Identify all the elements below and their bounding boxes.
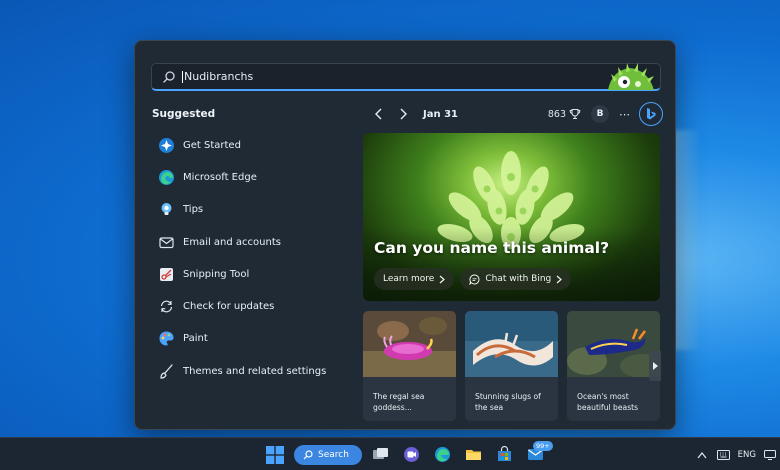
search-box[interactable]: Nudibranchs [151,63,661,91]
snipping-tool-icon [157,265,175,283]
suggested-app-list: Get Started Microsoft Edge Tips Email an… [157,129,347,387]
tips-icon [157,201,175,219]
related-card[interactable]: Stunning slugs of the sea [465,311,558,421]
file-explorer-icon[interactable] [465,446,482,463]
more-options-icon[interactable]: ⋯ [619,108,631,121]
chat-with-bing-label: Chat with Bing [485,274,552,284]
teams-chat-icon[interactable] [403,446,420,463]
text-caret [182,70,183,83]
chevron-up-icon[interactable] [697,451,707,459]
suggested-item-label: Themes and related settings [183,365,327,377]
taskbar-search-button[interactable]: Search [294,445,362,465]
suggested-item-label: Check for updates [183,301,275,313]
task-view-icon[interactable] [372,446,389,463]
network-icon[interactable] [764,449,776,460]
related-card[interactable]: Ocean's most beautiful beasts [567,311,660,421]
search-input[interactable]: Nudibranchs [184,70,253,83]
suggested-item-snipping-tool[interactable]: Snipping Tool [157,258,347,290]
edge-icon [157,168,175,186]
related-cards: The regal sea goddess... Stunning slugs … [363,311,661,421]
highlight-date: Jan 31 [423,108,458,120]
edge-taskbar-icon[interactable] [434,446,451,463]
suggested-item-themes[interactable]: Themes and related settings [157,355,347,387]
chat-with-bing-button[interactable]: Chat with Bing [460,268,572,290]
hero-card[interactable]: Can you name this animal? Learn more Cha… [363,133,660,301]
taskbar-search-label: Search [318,450,349,460]
cards-scroll-right-button[interactable] [649,351,661,381]
suggested-item-get-started[interactable]: Get Started [157,129,347,161]
chevron-left-icon [375,108,382,120]
chevron-right-icon [439,275,446,283]
windows-start-icon[interactable] [266,446,284,464]
bing-button[interactable] [639,102,663,126]
previous-button[interactable] [367,103,391,125]
search-icon [163,70,175,83]
card-caption-line: the sea [475,402,504,412]
rewards-points[interactable]: 863 [548,109,566,120]
get-started-icon [157,136,175,154]
suggested-item-tips[interactable]: Tips [157,194,347,226]
nudibranch-doodle-icon [608,63,654,90]
suggested-item-label: Microsoft Edge [183,171,257,183]
suggested-item-label: Get Started [183,139,241,151]
mail-unread-badge: 99+ [533,441,553,451]
caret-right-icon [652,362,658,370]
mail-icon [157,233,175,251]
chevron-right-icon [556,275,563,283]
suggested-item-label: Tips [183,204,204,216]
keyboard-icon[interactable] [716,449,730,460]
suggested-item-label: Snipping Tool [183,268,250,280]
highlights-nav-row: Jan 31 863 B ⋯ [367,102,663,126]
search-panel: Nudibranchs Suggested Get Started Micros… [134,40,676,430]
bing-icon [647,108,656,120]
account-avatar[interactable]: B [591,105,609,123]
related-card[interactable]: The regal sea goddess... [363,311,456,421]
system-tray: ENG [697,438,780,470]
hero-title: Can you name this animal? [374,239,610,257]
paint-icon [157,330,175,348]
ocean-beasts-image [567,311,660,378]
chat-icon [469,273,480,285]
card-caption-line: beautiful beasts [577,402,639,412]
regal-sea-goddess-image [363,311,456,377]
learn-more-button[interactable]: Learn more [374,268,455,290]
next-button[interactable] [391,103,415,125]
suggested-item-label: Paint [183,333,208,345]
chevron-right-icon [400,108,407,120]
sea-slugs-image [465,311,558,377]
brush-icon [157,362,175,380]
card-caption-line: Ocean's most [577,392,629,401]
microsoft-store-icon[interactable] [496,446,513,463]
card-caption-line: goddess... [373,402,412,412]
suggested-item-label: Email and accounts [183,236,281,248]
search-icon [303,450,313,460]
suggested-item-email-accounts[interactable]: Email and accounts [157,226,347,258]
trophy-icon[interactable] [569,108,581,120]
suggested-item-paint[interactable]: Paint [157,323,347,355]
suggested-heading: Suggested [152,108,216,120]
card-caption-line: The regal sea [373,392,425,401]
suggested-item-check-updates[interactable]: Check for updates [157,290,347,322]
card-caption-line: Stunning slugs of [475,392,541,401]
input-language[interactable]: ENG [738,450,756,460]
learn-more-label: Learn more [383,274,435,284]
suggested-item-microsoft-edge[interactable]: Microsoft Edge [157,161,347,193]
taskbar: Search 99+ ENG [0,437,780,470]
refresh-icon [157,298,175,316]
